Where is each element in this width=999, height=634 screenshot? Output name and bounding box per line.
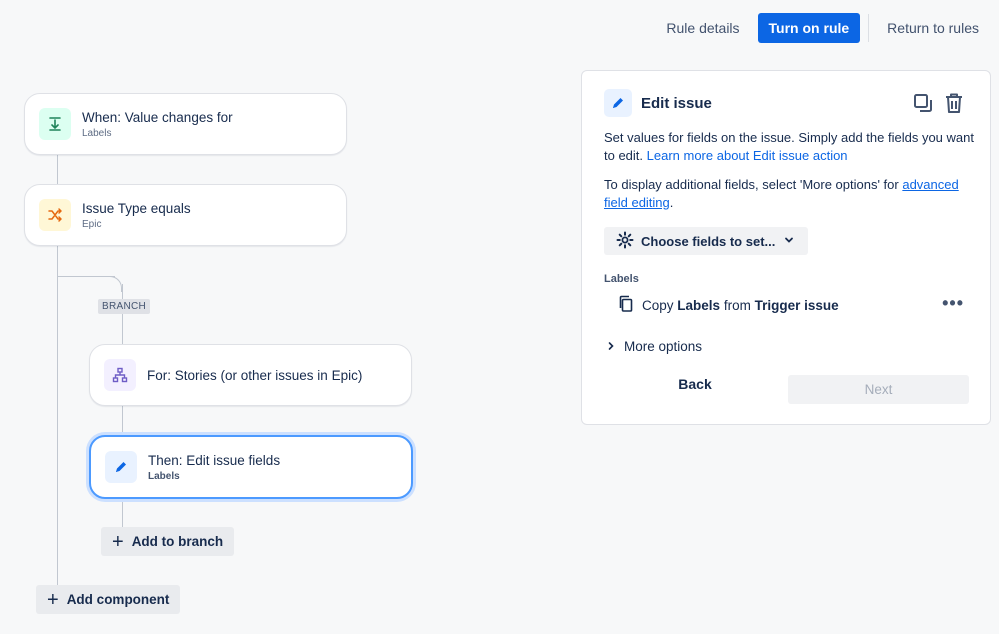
trigger-icon: [39, 108, 71, 140]
top-toolbar: Rule details Turn on rule Return to rule…: [656, 13, 989, 43]
panel-title: Edit issue: [641, 94, 712, 112]
panel-description: Set values for fields on the issue. Simp…: [604, 129, 974, 165]
copy-icon: [618, 295, 634, 316]
turn-on-rule-button[interactable]: Turn on rule: [757, 13, 861, 43]
panel-header: Edit issue: [604, 89, 712, 117]
add-to-branch-button[interactable]: + Add to branch: [101, 527, 235, 556]
chevron-right-icon: [606, 339, 616, 354]
add-component-button[interactable]: + Add component: [36, 585, 181, 614]
back-button[interactable]: Back: [672, 375, 718, 393]
copy-labels-row: Copy Labels from Trigger issue: [618, 295, 839, 316]
next-button[interactable]: Next: [788, 375, 969, 404]
advanced-info: To display additional fields, select 'Mo…: [604, 176, 974, 212]
pencil-icon: [604, 89, 632, 117]
panel-actions: [912, 92, 964, 114]
gear-icon: [616, 231, 634, 252]
choose-fields-button[interactable]: Choose fields to set...: [604, 227, 809, 255]
advanced-info-text: To display additional fields, select 'Mo…: [604, 177, 903, 192]
copy-from: from: [723, 298, 751, 313]
condition-card[interactable]: Issue Type equals Epic: [24, 184, 347, 246]
more-options-toggle[interactable]: More options: [606, 339, 702, 354]
trigger-title: When: Value changes for: [82, 109, 233, 125]
edit-issue-panel: Edit issue Set values for fields on the …: [581, 70, 991, 425]
advanced-info-end: .: [669, 195, 674, 210]
more-options-label: More options: [624, 339, 703, 354]
branch-card[interactable]: For: Stories (or other issues in Epic): [89, 344, 412, 406]
labels-field-label: Labels: [604, 273, 639, 285]
learn-more-link[interactable]: Learn more about Edit issue action: [647, 148, 848, 163]
condition-title: Issue Type equals: [82, 200, 191, 216]
chevron-down-icon: [782, 233, 796, 250]
trigger-card[interactable]: When: Value changes for Labels: [24, 93, 347, 155]
hierarchy-icon: [104, 359, 136, 391]
copy-prefix: Copy: [642, 298, 674, 313]
shuffle-icon: [39, 199, 71, 231]
trigger-subtitle: Labels: [82, 127, 112, 139]
more-actions-icon[interactable]: •••: [942, 294, 964, 312]
choose-fields-label: Choose fields to set...: [641, 233, 776, 249]
flow-line-branch-corner: [106, 276, 122, 292]
add-component-label: Add component: [66, 592, 170, 607]
rule-details-button[interactable]: Rule details: [656, 14, 749, 42]
action-subtitle: Labels: [148, 470, 180, 482]
return-to-rules-button[interactable]: Return to rules: [877, 14, 989, 42]
trash-icon[interactable]: [944, 92, 964, 114]
duplicate-icon[interactable]: [912, 92, 934, 114]
add-to-branch-label: Add to branch: [131, 534, 224, 549]
plus-icon: +: [47, 588, 59, 611]
action-card[interactable]: Then: Edit issue fields Labels: [89, 435, 413, 499]
action-title: Then: Edit issue fields: [148, 452, 281, 468]
toolbar-divider: [868, 14, 870, 42]
condition-subtitle: Epic: [82, 218, 102, 230]
plus-icon: +: [112, 530, 124, 553]
copy-source: Trigger issue: [754, 298, 839, 313]
branch-tag: BRANCH: [98, 299, 151, 314]
copy-field: Labels: [677, 298, 721, 313]
pencil-icon: [105, 451, 137, 483]
branch-title: For: Stories (or other issues in Epic): [147, 367, 363, 383]
